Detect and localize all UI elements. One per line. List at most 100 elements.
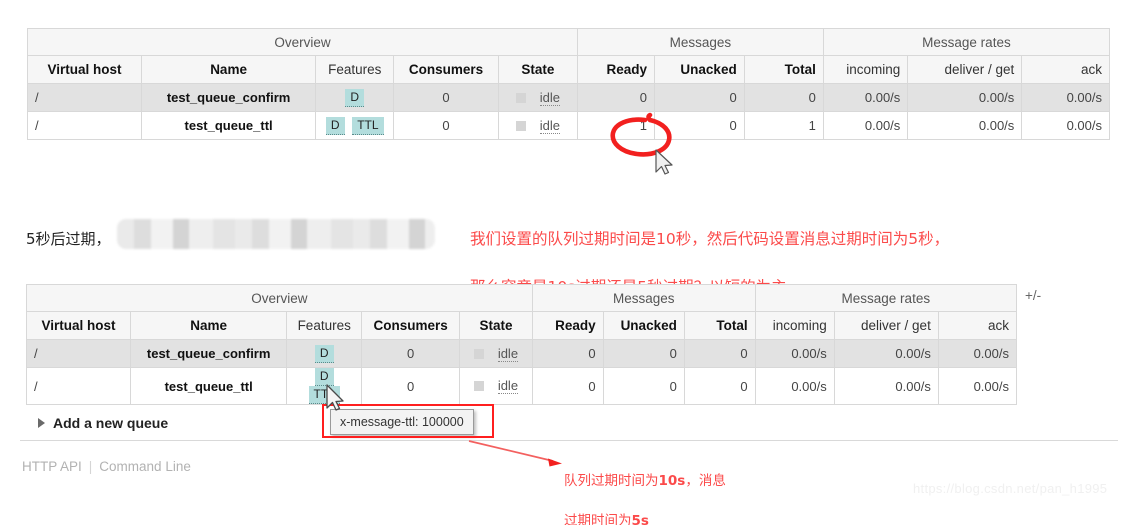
feature-badge-durable[interactable]: D bbox=[314, 344, 334, 363]
table-column-header-row: Virtual host Name Features Consumers Sta… bbox=[27, 55, 1110, 84]
column-header-state[interactable]: State bbox=[459, 311, 533, 340]
column-header-ready[interactable]: Ready bbox=[576, 55, 655, 84]
cell-ready: 0 bbox=[531, 339, 604, 368]
annotation-bottom-line2-strong: 5s bbox=[631, 513, 649, 525]
column-header-virtual-host[interactable]: Virtual host bbox=[27, 55, 142, 84]
cell-total: 1 bbox=[743, 111, 824, 140]
column-header-deliver-get[interactable]: deliver / get bbox=[833, 311, 939, 340]
cell-incoming: 0.00/s bbox=[754, 339, 835, 368]
annotation-bottom-line2-pre: 过期时间为 bbox=[564, 513, 632, 525]
column-header-name[interactable]: Name bbox=[130, 311, 288, 340]
group-header-messages: Messages bbox=[576, 28, 824, 56]
column-header-virtual-host[interactable]: Virtual host bbox=[25, 311, 132, 340]
feature-badge-durable[interactable]: D bbox=[314, 368, 334, 386]
column-header-total[interactable]: Total bbox=[743, 55, 824, 84]
state-label: idle bbox=[539, 117, 560, 134]
footer-separator: | bbox=[88, 459, 93, 474]
cell-queue-name[interactable]: test_queue_ttl bbox=[140, 111, 317, 140]
column-header-consumers[interactable]: Consumers bbox=[361, 311, 461, 340]
table-row[interactable]: / test_queue_ttl D TTL 0 idle 0 0 0 0.00… bbox=[25, 367, 1018, 405]
group-header-overview: Overview bbox=[27, 28, 578, 56]
cell-incoming: 0.00/s bbox=[822, 111, 909, 140]
state-indicator-square bbox=[473, 381, 484, 391]
cell-incoming: 0.00/s bbox=[754, 367, 835, 405]
column-header-consumers[interactable]: Consumers bbox=[393, 55, 499, 84]
column-header-features[interactable]: Features bbox=[315, 55, 395, 84]
cell-consumers: 0 bbox=[393, 111, 499, 140]
table-group-header-row: Overview Messages Message rates bbox=[27, 28, 1111, 56]
column-header-name[interactable]: Name bbox=[140, 55, 317, 84]
cell-unacked: 0 bbox=[602, 339, 685, 368]
feature-badge-ttl[interactable]: TTL bbox=[352, 116, 384, 135]
column-header-ack[interactable]: ack bbox=[1021, 55, 1110, 84]
chevron-right-icon bbox=[38, 418, 45, 428]
column-header-deliver-get[interactable]: deliver / get bbox=[907, 55, 1023, 84]
mouse-cursor-top bbox=[655, 149, 673, 175]
cell-total: 0 bbox=[683, 367, 756, 405]
table-row[interactable]: / test_queue_ttl D TTL 0 idle 1 0 1 0.00… bbox=[27, 111, 1110, 140]
cell-features: D TTL bbox=[315, 111, 395, 140]
cell-virtual-host: / bbox=[27, 83, 142, 112]
cell-ready: 0 bbox=[531, 367, 604, 405]
state-label: idle bbox=[497, 345, 519, 362]
feature-badge-durable[interactable]: D bbox=[345, 88, 365, 107]
cell-queue-name[interactable]: test_queue_confirm bbox=[130, 339, 288, 368]
cell-consumers: 0 bbox=[393, 83, 499, 112]
column-header-ack[interactable]: ack bbox=[937, 311, 1018, 340]
state-indicator-square bbox=[473, 348, 484, 359]
column-header-ready[interactable]: Ready bbox=[531, 311, 604, 340]
cell-ready: 1 bbox=[576, 111, 655, 140]
annotation-bottom-line1-pre: 队列过期时间为 bbox=[564, 473, 659, 489]
group-header-overview: Overview bbox=[26, 284, 533, 312]
feature-badge-durable[interactable]: D bbox=[325, 116, 345, 135]
cell-state: idle bbox=[459, 339, 533, 368]
annotation-bottom-line1-strong: 10s bbox=[658, 473, 686, 489]
cell-virtual-host: / bbox=[25, 339, 132, 368]
column-header-total[interactable]: Total bbox=[683, 311, 756, 340]
cell-state: idle bbox=[497, 111, 578, 140]
add-queue-label: Add a new queue bbox=[53, 415, 169, 431]
column-header-state[interactable]: State bbox=[497, 55, 578, 84]
cell-deliver-get: 0.00/s bbox=[833, 339, 939, 368]
table-column-header-row: Virtual host Name Features Consumers Sta… bbox=[25, 311, 1018, 340]
cell-unacked: 0 bbox=[653, 111, 745, 140]
divider bbox=[20, 440, 1118, 441]
redacted-region bbox=[117, 219, 435, 249]
feature-badge-ttl[interactable]: TTL bbox=[308, 386, 340, 404]
command-line-link[interactable]: Command Line bbox=[99, 459, 191, 474]
cell-state: idle bbox=[459, 367, 533, 405]
cell-ack: 0.00/s bbox=[1021, 111, 1110, 140]
group-header-message-rates: Message rates bbox=[754, 284, 1018, 312]
column-header-unacked[interactable]: Unacked bbox=[653, 55, 745, 84]
cell-unacked: 0 bbox=[653, 83, 745, 112]
cell-unacked: 0 bbox=[602, 367, 685, 405]
cell-queue-name[interactable]: test_queue_ttl bbox=[130, 367, 288, 405]
column-header-incoming[interactable]: incoming bbox=[754, 311, 835, 340]
state-label: idle bbox=[539, 89, 560, 106]
annotation-bottom-line1-post: ，消息 bbox=[685, 473, 726, 489]
table-row[interactable]: / test_queue_confirm D 0 idle 0 0 0 0.00… bbox=[25, 339, 1018, 368]
column-header-unacked[interactable]: Unacked bbox=[602, 311, 685, 340]
columns-toggle-plus-minus[interactable]: +/- bbox=[1025, 288, 1041, 303]
group-header-messages: Messages bbox=[531, 284, 756, 312]
add-a-new-queue-toggle[interactable]: Add a new queue bbox=[38, 415, 168, 431]
footer-links: HTTP API | Command Line bbox=[22, 459, 191, 474]
column-header-features[interactable]: Features bbox=[286, 311, 363, 340]
queues-table-top: Overview Messages Message rates Virtual … bbox=[27, 28, 1111, 140]
cell-deliver-get: 0.00/s bbox=[907, 83, 1023, 112]
cell-state: idle bbox=[497, 83, 578, 112]
cell-queue-name[interactable]: test_queue_confirm bbox=[140, 83, 317, 112]
state-label: idle bbox=[497, 378, 519, 394]
cell-incoming: 0.00/s bbox=[822, 83, 909, 112]
cell-total: 0 bbox=[743, 83, 824, 112]
table-row[interactable]: / test_queue_confirm D 0 idle 0 0 0 0.00… bbox=[27, 83, 1110, 112]
cell-deliver-get: 0.00/s bbox=[833, 367, 939, 405]
expire-caption: 5秒后过期， bbox=[26, 230, 111, 248]
cell-ready: 0 bbox=[576, 83, 655, 112]
column-header-incoming[interactable]: incoming bbox=[822, 55, 909, 84]
annotation-bottom-line2: 过期时间为5s bbox=[564, 511, 864, 525]
watermark: https://blog.csdn.net/pan_h1995 bbox=[913, 481, 1108, 496]
annotation-bottom-line1: 队列过期时间为10s，消息 bbox=[564, 471, 864, 491]
http-api-link[interactable]: HTTP API bbox=[22, 459, 82, 474]
cell-virtual-host: / bbox=[25, 367, 132, 405]
